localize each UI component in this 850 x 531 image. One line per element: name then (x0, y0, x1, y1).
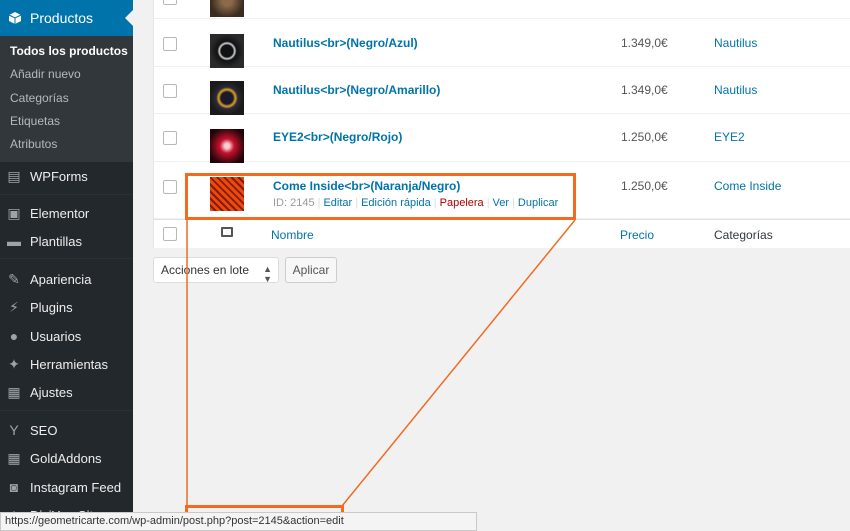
menu-label: Herramientas (30, 356, 109, 372)
product-name-link[interactable]: Nautilus<br>(Negro/Azul) (273, 36, 418, 50)
wpforms-icon: ▤ (7, 168, 21, 184)
row-checkbox[interactable] (163, 180, 177, 194)
product-thumbnail[interactable] (210, 129, 244, 163)
menu-label: Elementor (30, 205, 90, 221)
bulk-actions-value: Acciones en lote (161, 263, 250, 277)
menu-wpforms[interactable]: ▤ WPForms (0, 163, 133, 189)
yoast-icon: Y (9, 422, 19, 438)
menu-apariencia[interactable]: ✎ Apariencia (0, 266, 133, 292)
submenu-etiquetas[interactable]: Etiquetas (10, 114, 60, 128)
menu-herramientas[interactable]: ✦ Herramientas (0, 351, 133, 377)
product-thumbnail[interactable] (210, 81, 244, 115)
menu-goldaddons[interactable]: ▦ GoldAddons (0, 445, 133, 471)
menu-label: Plantillas (30, 233, 83, 249)
menu-label: Usuarios (30, 328, 82, 344)
column-name-sort[interactable]: Nombre (271, 228, 314, 242)
product-thumbnail[interactable] (210, 34, 244, 68)
column-price-sort[interactable]: Precio (620, 228, 654, 242)
grid-icon: ▦ (7, 450, 21, 466)
admin-sidebar: Productos Todos los productos Añadir nue… (0, 0, 133, 531)
menu-label: GoldAddons (30, 450, 102, 466)
row-checkbox[interactable] (163, 0, 177, 5)
menu-usuarios[interactable]: ● Usuarios (0, 323, 133, 349)
product-name-link[interactable]: EYE2<br>(Negro/Rojo) (273, 130, 402, 144)
product-price: 1.250,0€ (621, 179, 668, 193)
highlight-box-row (185, 173, 576, 220)
product-category-link[interactable]: Come Inside (714, 179, 781, 193)
updown-icon: ▲ ▼ (263, 264, 272, 284)
product-category-link[interactable]: Nautilus (714, 83, 757, 97)
submenu-anadir[interactable]: Añadir nuevo (10, 67, 81, 81)
column-categories: Categorías (714, 228, 773, 242)
table-row: Nautilus<br>(Negro/Azul) 1.349,0€ Nautil… (154, 19, 850, 68)
menu-ajustes[interactable]: ▦ Ajustes (0, 379, 133, 405)
menu-separator (0, 258, 133, 259)
user-icon: ● (9, 328, 19, 344)
menu-plugins[interactable]: ⚡ Plugins (0, 294, 133, 320)
brush-icon: ✎ (8, 271, 20, 287)
menu-productos-label: Productos (30, 10, 94, 26)
product-name-link[interactable]: Nautilus<br>(Negro/Amarillo) (273, 83, 440, 97)
menu-label: Plugins (30, 299, 73, 315)
product-price: 1.349,0€ (621, 83, 668, 97)
menu-productos[interactable]: Productos (0, 0, 133, 36)
row-checkbox[interactable] (163, 84, 177, 98)
menu-label: WPForms (30, 168, 88, 184)
box-icon (8, 11, 22, 25)
elementor-icon: ▣ (7, 205, 21, 221)
submenu-categorias[interactable]: Categorías (10, 91, 69, 105)
menu-label: Ajustes (30, 384, 73, 400)
menu-label: SEO (30, 422, 58, 438)
row-checkbox[interactable] (163, 37, 177, 51)
row-checkbox[interactable] (163, 131, 177, 145)
plugin-icon: ⚡ (9, 299, 19, 315)
apply-button[interactable]: Aplicar (285, 257, 337, 283)
menu-label: Apariencia (30, 271, 92, 287)
table-row: Nautilus<br>(Negro/Amarillo) 1.349,0€ Na… (154, 67, 850, 115)
wrench-icon: ✦ (8, 356, 20, 372)
productos-submenu: Todos los productos Añadir nuevo Categor… (0, 36, 133, 162)
image-icon (221, 227, 233, 237)
active-arrow (125, 10, 133, 26)
folder-icon: ▬ (7, 233, 21, 249)
browser-status-bar: https://geometricarte.com/wp-admin/post.… (0, 512, 477, 531)
product-category-link[interactable]: Nautilus (714, 36, 757, 50)
callout-line-right (341, 219, 576, 507)
product-category-link[interactable]: EYE2 (714, 130, 745, 144)
bulk-actions-select[interactable]: Acciones en lote ▲ ▼ (153, 257, 279, 284)
product-price: 1.250,0€ (621, 130, 668, 144)
menu-separator (0, 194, 133, 195)
menu-seo[interactable]: Y SEO (0, 417, 133, 443)
table-footer: Nombre Precio Categorías (154, 219, 850, 248)
menu-separator (0, 410, 133, 411)
menu-label: Instagram Feed (30, 479, 122, 495)
select-all-checkbox[interactable] (163, 227, 177, 241)
submenu-atributos[interactable]: Atributos (10, 137, 57, 151)
table-row-partial (154, 0, 850, 19)
product-price: 1.349,0€ (621, 36, 668, 50)
menu-elementor[interactable]: ▣ Elementor (0, 200, 133, 226)
menu-instagram-feed[interactable]: ◙ Instagram Feed (0, 474, 133, 500)
product-thumbnail[interactable] (210, 0, 244, 17)
table-row: EYE2<br>(Negro/Rojo) 1.250,0€ EYE2 (154, 114, 850, 163)
submenu-todos[interactable]: Todos los productos (10, 44, 128, 58)
instagram-icon: ◙ (9, 479, 19, 495)
settings-icon: ▦ (7, 384, 21, 400)
menu-plantillas[interactable]: ▬ Plantillas (0, 228, 133, 254)
